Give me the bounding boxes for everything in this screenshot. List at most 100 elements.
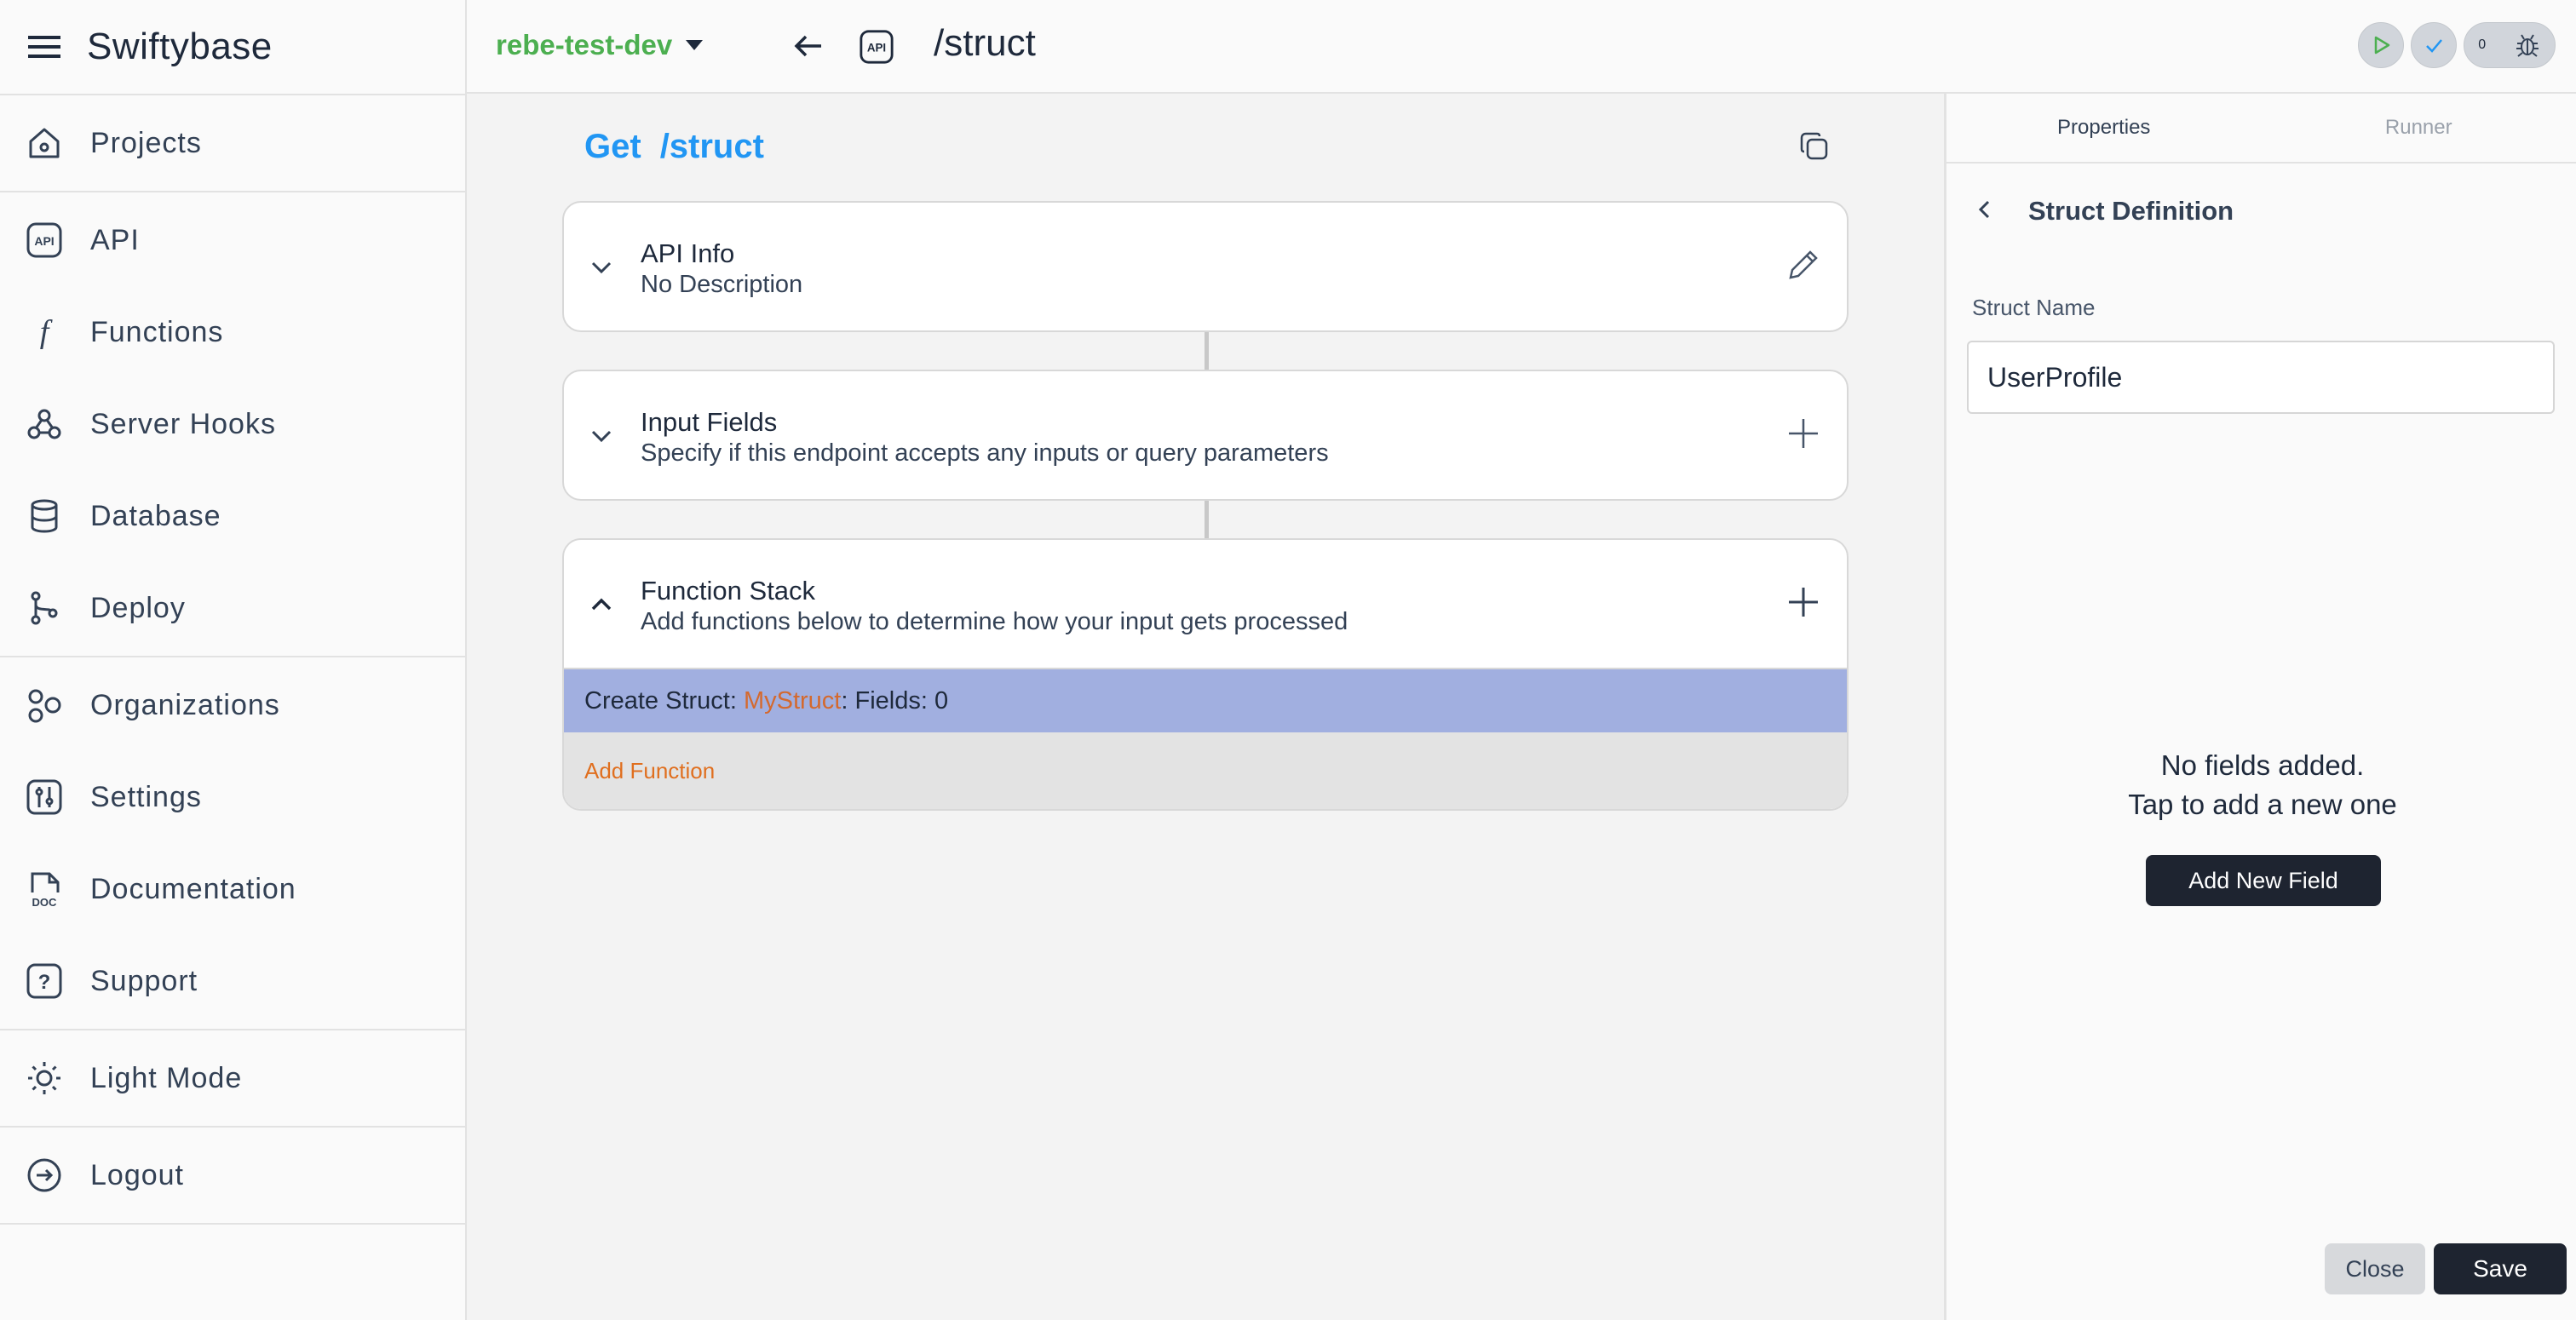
sidebar-item-label: Documentation [90, 872, 296, 905]
tab-runner[interactable]: Runner [2262, 94, 2576, 162]
struct-name-input[interactable] [1967, 341, 2555, 414]
sidebar-item-label: Deploy [90, 591, 186, 624]
function-stack-item[interactable]: Create Struct: MyStruct: Fields: 0 [564, 668, 1847, 732]
input-fields-card: Input Fields Specify if this endpoint ac… [562, 370, 1849, 501]
project-selector[interactable]: rebe-test-dev [496, 29, 704, 61]
validate-button[interactable] [2411, 22, 2457, 68]
svg-text:f: f [40, 314, 53, 350]
sidebar-item-label: Organizations [90, 688, 280, 721]
sidebar-item-label: Settings [90, 780, 202, 813]
sidebar-item-logout[interactable]: Logout [0, 1129, 465, 1221]
struct-definition-header: Struct Definition [1972, 196, 2234, 227]
item-suffix: : Fields: 0 [841, 686, 949, 715]
home-icon [24, 123, 65, 164]
chevron-down-icon[interactable] [584, 250, 618, 284]
svg-text:DOC: DOC [32, 896, 58, 908]
run-button[interactable] [2358, 22, 2404, 68]
save-button[interactable]: Save [2434, 1243, 2567, 1294]
sidebar-item-label: Light Mode [90, 1061, 243, 1094]
sidebar-item-label: Projects [90, 126, 202, 159]
sidebar-item-organizations[interactable]: Organizations [0, 659, 465, 751]
card-title: API Info [641, 238, 735, 268]
endpoint-header: Get/struct [584, 128, 764, 166]
endpoint-path: /struct [659, 128, 764, 165]
sidebar-item-settings[interactable]: Settings [0, 751, 465, 843]
api-info-card: API Info No Description [562, 201, 1849, 332]
function-icon: f [24, 312, 65, 353]
edit-pencil-icon[interactable] [1784, 245, 1826, 288]
sidebar-item-deploy[interactable]: Deploy [0, 562, 465, 654]
help-icon: ? [24, 961, 65, 1001]
sidebar-item-support[interactable]: ? Support [0, 935, 465, 1027]
git-branch-icon [24, 588, 65, 628]
card-subtitle: Add functions below to determine how you… [641, 608, 1348, 635]
issues-button[interactable]: 0 [2464, 22, 2556, 68]
card-title: Input Fields [641, 407, 778, 437]
issues-count-badge: 0 [2478, 37, 2487, 52]
sidebar-item-documentation[interactable]: DOC Documentation [0, 843, 465, 935]
sidebar-item-database[interactable]: Database [0, 470, 465, 562]
back-arrow-icon[interactable] [792, 29, 826, 63]
svg-text:API: API [34, 234, 54, 248]
chevron-left-icon[interactable] [1972, 197, 1998, 227]
close-button[interactable]: Close [2325, 1243, 2425, 1294]
bug-icon [2516, 34, 2539, 57]
check-icon [2426, 39, 2442, 53]
card-title: Function Stack [641, 576, 816, 605]
add-function-plus-icon[interactable] [1784, 583, 1826, 625]
logout-icon [24, 1155, 65, 1196]
sidebar-item-label: Functions [90, 315, 224, 348]
flow-connector [1205, 332, 1209, 370]
struct-name-label: Struct Name [1972, 295, 2096, 320]
sidebar-item-label: Logout [90, 1158, 184, 1191]
card-subtitle: No Description [641, 271, 803, 298]
svg-text:?: ? [38, 971, 51, 994]
struct-name-link[interactable]: MyStruct [744, 687, 841, 715]
sidebar-item-server-hooks[interactable]: Server Hooks [0, 378, 465, 470]
webhook-icon [24, 404, 65, 445]
organizations-icon [24, 685, 65, 726]
chevron-down-icon[interactable] [584, 419, 618, 453]
api-info-header[interactable]: API Info No Description [564, 203, 1847, 330]
panel-tabs: Properties Runner [1946, 94, 2576, 164]
nav-group-projects: Projects [0, 95, 465, 192]
properties-panel: Properties Runner Struct Definition Stru… [1944, 94, 2576, 1320]
copy-icon[interactable] [1797, 129, 1835, 167]
item-prefix: Create Struct: [584, 686, 744, 715]
add-function-link[interactable]: Add Function [564, 732, 1847, 809]
sidebar-item-label: API [90, 223, 140, 256]
add-input-plus-icon[interactable] [1784, 414, 1826, 456]
play-icon [2374, 36, 2390, 55]
sidebar-item-api[interactable]: API API [0, 194, 465, 286]
sidebar-item-light-mode[interactable]: Light Mode [0, 1032, 465, 1124]
sidebar-item-projects[interactable]: Projects [0, 97, 465, 189]
top-bar: rebe-test-dev API /struct 0 [467, 0, 2576, 94]
api-icon: API [859, 29, 894, 65]
function-stack-card: Function Stack Add functions below to de… [562, 538, 1849, 811]
add-new-field-button[interactable]: Add New Field [2146, 855, 2381, 906]
flow-connector [1205, 501, 1209, 538]
sidebar-item-label: Server Hooks [90, 407, 276, 440]
panel-title: Struct Definition [2028, 196, 2234, 226]
nav-group-session: Logout [0, 1128, 465, 1225]
function-stack-header[interactable]: Function Stack Add functions below to de… [564, 540, 1847, 668]
caret-down-icon [686, 40, 704, 50]
hamburger-menu-icon[interactable] [26, 28, 63, 66]
empty-state-line2: Tap to add a new one [2128, 789, 2397, 820]
nav-group-build: API API f Functions Server Hooks Databas… [0, 192, 465, 657]
endpoint-method: Get [584, 128, 641, 165]
input-fields-header[interactable]: Input Fields Specify if this endpoint ac… [564, 371, 1847, 499]
sidebar-item-functions[interactable]: f Functions [0, 286, 465, 378]
tab-properties[interactable]: Properties [1946, 94, 2262, 162]
sidebar-item-label: Support [90, 964, 198, 997]
settings-icon [24, 777, 65, 818]
database-icon [24, 496, 65, 537]
sidebar-item-label: Database [90, 499, 221, 532]
chevron-up-icon[interactable] [584, 588, 618, 622]
main-canvas: Get/struct API Info No Description Input… [467, 94, 1944, 1320]
svg-text:API: API [867, 42, 886, 55]
sun-icon [24, 1058, 65, 1099]
app-title: Swiftybase [87, 26, 273, 67]
status-buttons: 0 [2358, 22, 2556, 68]
brand-header: Swiftybase [0, 0, 465, 95]
